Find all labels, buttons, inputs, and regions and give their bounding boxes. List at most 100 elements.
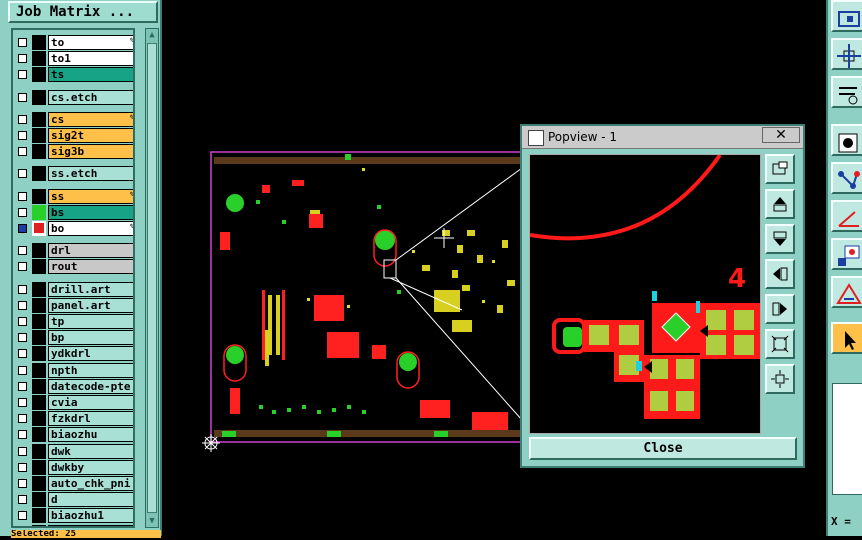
layer-checkbox[interactable] — [18, 224, 27, 233]
pad-button[interactable] — [831, 238, 862, 270]
layer-display-button[interactable] — [831, 124, 862, 156]
layer-checkbox[interactable] — [18, 147, 27, 156]
pan-left-button[interactable] — [765, 259, 795, 289]
layer-checkbox[interactable] — [18, 262, 27, 271]
layer-color-swatch[interactable] — [32, 112, 46, 127]
layer-name[interactable]: to1 — [48, 51, 135, 66]
layer-color-swatch[interactable] — [32, 259, 46, 274]
layer-name[interactable]: biaozhu — [48, 427, 135, 442]
layer-color-swatch[interactable] — [32, 189, 46, 204]
layer-name[interactable]: ss.etch — [48, 166, 135, 181]
layer-name[interactable]: biaozhu1 — [48, 508, 135, 523]
pan-down-button[interactable] — [765, 224, 795, 254]
layer-checkbox[interactable] — [18, 285, 27, 294]
layer-row[interactable]: to1 — [15, 51, 135, 66]
layer-checkbox[interactable] — [18, 333, 27, 342]
pan-up-button[interactable] — [765, 189, 795, 219]
layer-name[interactable]: npth — [48, 363, 135, 378]
layer-color-swatch[interactable] — [32, 90, 46, 105]
drc-button[interactable] — [831, 276, 862, 308]
zoom-fit-button[interactable] — [765, 329, 795, 359]
layer-color-swatch[interactable] — [32, 35, 46, 50]
layer-checkbox[interactable] — [18, 70, 27, 79]
layer-name[interactable]: sig2t — [48, 128, 135, 143]
layer-row[interactable]: bp — [15, 330, 135, 345]
layer-color-swatch[interactable] — [32, 476, 46, 491]
layer-row[interactable]: clamp_area — [15, 525, 135, 528]
layer-color-swatch[interactable] — [32, 243, 46, 258]
layer-checkbox[interactable] — [18, 38, 27, 47]
layer-list-scrollbar[interactable]: ▲ ▼ — [145, 28, 159, 528]
layer-row[interactable]: dwkby — [15, 460, 135, 475]
layer-row[interactable]: biaozhu1 — [15, 508, 135, 523]
layer-color-swatch[interactable] — [32, 508, 46, 523]
layer-name[interactable]: d — [48, 492, 135, 507]
layer-checkbox[interactable] — [18, 93, 27, 102]
layer-color-swatch[interactable] — [32, 298, 46, 313]
layer-color-swatch[interactable] — [32, 492, 46, 507]
layer-checkbox[interactable] — [18, 366, 27, 375]
layer-checkbox[interactable] — [18, 382, 27, 391]
layer-name[interactable]: to — [48, 35, 135, 50]
layer-row[interactable]: biaozhu — [15, 427, 135, 442]
layer-color-swatch[interactable] — [32, 395, 46, 410]
layer-name[interactable]: auto_chk_pni — [48, 476, 135, 491]
layer-color-swatch[interactable] — [32, 330, 46, 345]
layer-checkbox[interactable] — [18, 169, 27, 178]
scroll-thumb[interactable] — [147, 43, 157, 513]
layer-checkbox[interactable] — [18, 131, 27, 140]
layer-row[interactable]: sig3b — [15, 144, 135, 159]
layer-row[interactable]: d — [15, 492, 135, 507]
layer-name[interactable]: bp — [48, 330, 135, 345]
layer-name[interactable]: cs.etch — [48, 90, 135, 105]
layer-color-swatch[interactable] — [32, 363, 46, 378]
layer-row[interactable]: tp — [15, 314, 135, 329]
measure-angle-button[interactable] — [831, 200, 862, 232]
layer-row[interactable]: ts — [15, 67, 135, 82]
scroll-down-icon[interactable]: ▼ — [147, 516, 157, 526]
layer-color-swatch[interactable] — [32, 444, 46, 459]
layer-checkbox[interactable] — [18, 349, 27, 358]
layer-checkbox[interactable] — [18, 317, 27, 326]
select-window-button[interactable] — [831, 0, 862, 32]
layer-checkbox[interactable] — [18, 447, 27, 456]
popview-canvas[interactable]: 4 — [529, 154, 761, 434]
overview-map[interactable] — [832, 383, 862, 495]
close-icon[interactable]: ✕ — [762, 127, 800, 143]
layer-checkbox[interactable] — [18, 414, 27, 423]
layer-name[interactable]: bs — [48, 205, 135, 220]
layer-checkbox[interactable] — [18, 208, 27, 217]
layer-checkbox[interactable] — [18, 192, 27, 201]
popview-title-bar[interactable]: Popview - 1 ✕ — [522, 126, 803, 149]
layer-checkbox[interactable] — [18, 463, 27, 472]
layer-color-swatch[interactable] — [32, 379, 46, 394]
layer-checkbox[interactable] — [18, 398, 27, 407]
layer-checkbox[interactable] — [18, 301, 27, 310]
layer-row[interactable]: drill.art — [15, 282, 135, 297]
layer-checkbox[interactable] — [18, 54, 27, 63]
layer-name[interactable]: sig3b — [48, 144, 135, 159]
layer-color-swatch[interactable] — [32, 67, 46, 82]
zoom-home-button[interactable] — [765, 154, 795, 184]
layer-row[interactable]: cs✎ — [15, 112, 135, 127]
layer-row[interactable]: ydkdrl — [15, 346, 135, 361]
layer-name[interactable]: dwk — [48, 444, 135, 459]
job-matrix-button[interactable]: Job Matrix ... — [8, 1, 158, 23]
layer-name[interactable]: tp — [48, 314, 135, 329]
layer-name[interactable]: cs — [48, 112, 135, 127]
layer-checkbox[interactable] — [18, 479, 27, 488]
layer-color-swatch[interactable] — [32, 128, 46, 143]
layer-row[interactable]: datecode-pte — [15, 379, 135, 394]
layer-color-swatch[interactable] — [32, 346, 46, 361]
layer-row[interactable]: dwk — [15, 444, 135, 459]
zoom-out-button[interactable] — [765, 364, 795, 394]
layer-row[interactable]: ss.etch — [15, 166, 135, 181]
layer-color-swatch[interactable] — [32, 427, 46, 442]
move-button[interactable] — [831, 38, 862, 70]
layer-row[interactable]: panel.art — [15, 298, 135, 313]
net-button[interactable] — [831, 162, 862, 194]
layer-name[interactable]: ydkdrl — [48, 346, 135, 361]
layer-color-swatch[interactable] — [32, 314, 46, 329]
layer-color-swatch[interactable] — [32, 144, 46, 159]
layer-row[interactable]: to✎ — [15, 35, 135, 50]
